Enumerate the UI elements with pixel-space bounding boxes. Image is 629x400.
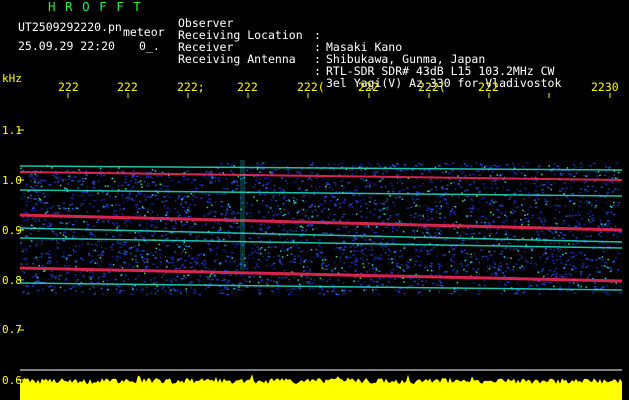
y-tick-label: 1.0 — [2, 174, 22, 187]
x-tick-label: 222 — [117, 80, 138, 94]
echo-bands — [19, 160, 623, 291]
y-tick-label: 0.7 — [2, 323, 22, 336]
x-tick-label: 222 — [58, 80, 79, 94]
spectrogram-noise — [20, 162, 623, 296]
y-tick-label: 0.9 — [2, 224, 22, 237]
x-tick-label: 222; — [177, 80, 205, 94]
bottom-spectrum — [20, 374, 622, 400]
y-tick-label: 0.8 — [2, 274, 22, 287]
x-tick-label: 222( — [297, 80, 325, 94]
x-tick-label: 222 — [478, 80, 499, 94]
header-left: H R O F F T UT2509292220.pn meteor 25.09… — [0, 0, 170, 70]
info-separator: : — [314, 64, 321, 78]
x-tick-label: 2230 — [591, 80, 619, 94]
meteor-label: meteor — [123, 25, 165, 39]
datetime-label: 25.09.29 22:20 — [18, 39, 115, 53]
meteor-count: 0_. — [139, 39, 160, 53]
x-tick-label: 222( — [418, 80, 446, 94]
y-tick-label: 1.1 — [2, 124, 22, 137]
filename-label: UT2509292220.pn — [18, 20, 122, 34]
y-tick-label: 0.6 — [2, 374, 22, 387]
axis-ticks — [18, 93, 622, 381]
info-label: Receiving Antenna — [178, 52, 296, 66]
khz-unit-label: kHz — [2, 72, 22, 85]
hrofft-title: H R O F F T — [48, 0, 142, 14]
x-tick-label: 222 — [237, 80, 258, 94]
station-info: Observer : Masaki Kano Receiving Locatio… — [178, 5, 618, 89]
x-tick-label: 222 — [358, 80, 379, 94]
